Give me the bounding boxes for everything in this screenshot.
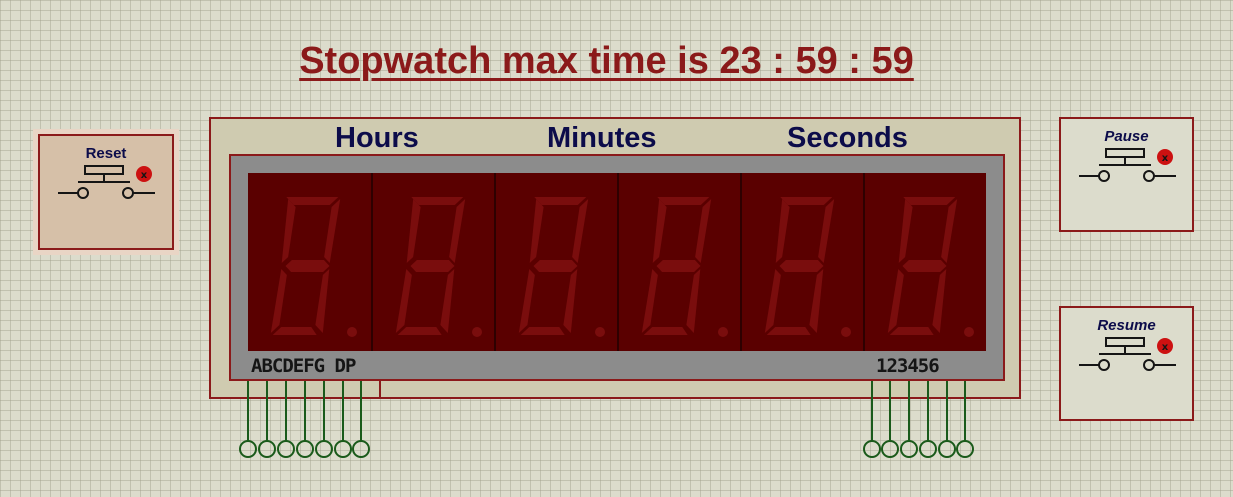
pin-terminal: [919, 440, 937, 458]
pin-terminal: [900, 440, 918, 458]
pin-terminal: [239, 440, 257, 458]
pin-terminal: [258, 440, 276, 458]
pin-terminal: [881, 440, 899, 458]
pin-wires: [239, 381, 974, 458]
pin-terminal: [938, 440, 956, 458]
pin-terminal: [863, 440, 881, 458]
pin-terminal: [352, 440, 370, 458]
pin-terminal: [296, 440, 314, 458]
pin-terminal: [956, 440, 974, 458]
pin-terminal: [315, 440, 333, 458]
pin-terminal: [277, 440, 295, 458]
pin-terminal: [334, 440, 352, 458]
